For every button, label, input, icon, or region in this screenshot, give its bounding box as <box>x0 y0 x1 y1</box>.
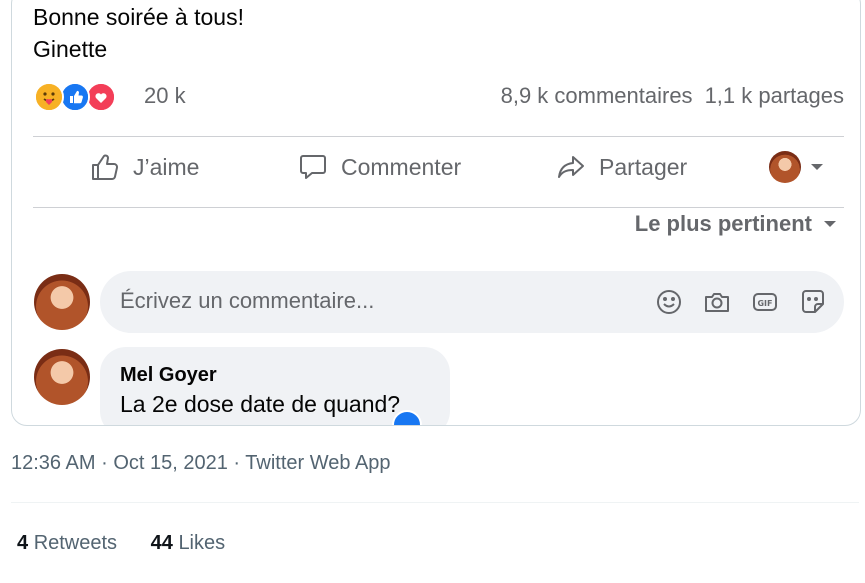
likes-label: Likes <box>178 532 226 554</box>
love-reaction-icon <box>86 82 116 112</box>
comment-label: Commenter <box>341 153 462 180</box>
engagement-stats: 4 Retweets 44 Likes <box>17 532 253 555</box>
comments-count[interactable]: 8,9 k commentaires <box>501 83 693 108</box>
post-stats: 8,9 k commentaires 1,1 k partages <box>501 83 844 109</box>
sort-label: Le plus pertinent <box>634 211 812 236</box>
post-text: Bonne soirée à tous! Ginette <box>33 1 244 65</box>
post-text-line: Bonne soirée à tous! <box>33 4 244 30</box>
current-user-avatar <box>34 274 90 330</box>
share-arrow-icon <box>558 156 584 178</box>
embedded-image-card[interactable]: Bonne soirée à tous! Ginette 20 k 8,9 k … <box>11 0 861 426</box>
tweet-date[interactable]: Oct 15, 2021 <box>113 452 228 474</box>
separator: · <box>101 452 108 474</box>
reaction-count[interactable]: 20 k <box>144 83 186 109</box>
comment-input-tools: GIF <box>636 287 828 317</box>
svg-text:GIF: GIF <box>757 299 772 308</box>
commenter-avatar[interactable] <box>34 349 90 405</box>
divider <box>11 502 859 503</box>
tweet-source: Twitter Web App <box>245 452 391 474</box>
comment-icon <box>300 155 326 179</box>
like-reaction-icon <box>60 82 90 112</box>
avatar <box>769 151 801 183</box>
likes-count: 44 <box>150 532 173 554</box>
retweets-label: Retweets <box>33 532 118 554</box>
divider <box>33 136 844 137</box>
thumbs-up-icon <box>92 154 119 180</box>
like-button[interactable]: J’aime <box>89 139 199 195</box>
comment-text: La 2e dose date de quand? <box>120 391 401 417</box>
care-reaction-icon <box>34 82 64 112</box>
shares-count[interactable]: 1,1 k partages <box>705 83 844 108</box>
post-actions-bar: J’aime Commenter Partager <box>33 139 844 195</box>
divider <box>33 207 844 208</box>
caret-down-icon <box>811 164 823 170</box>
comment-author[interactable]: Mel Goyer <box>120 364 217 387</box>
like-label: J’aime <box>133 153 200 180</box>
comment-input-placeholder: Écrivez un commentaire... <box>120 288 375 313</box>
comment-sort-dropdown[interactable]: Le plus pertinent <box>635 211 838 237</box>
share-button[interactable]: Partager <box>555 139 687 195</box>
sticker-icon[interactable] <box>798 287 828 317</box>
likes-link[interactable]: 44 Likes <box>151 532 226 554</box>
reactions-summary[interactable]: 20 k 8,9 k commentaires 1,1 k partages <box>34 79 844 119</box>
tweet-meta: 12:36 AM · Oct 15, 2021 · Twitter Web Ap… <box>11 452 391 475</box>
comment-input[interactable]: Écrivez un commentaire... GIF <box>100 271 844 333</box>
emoji-icon[interactable] <box>654 287 684 317</box>
gif-icon[interactable]: GIF <box>750 287 780 317</box>
share-label: Partager <box>599 153 688 180</box>
tweet-time[interactable]: 12:36 AM <box>11 452 96 474</box>
retweets-count: 4 <box>17 532 29 554</box>
share-as-selector[interactable] <box>769 139 825 195</box>
camera-icon[interactable] <box>702 287 732 317</box>
separator: · <box>233 452 241 474</box>
post-text-line: Ginette <box>33 36 108 62</box>
retweets-link[interactable]: 4 Retweets <box>17 532 123 554</box>
caret-down-icon <box>824 221 836 227</box>
comment-button[interactable]: Commenter <box>297 139 461 195</box>
